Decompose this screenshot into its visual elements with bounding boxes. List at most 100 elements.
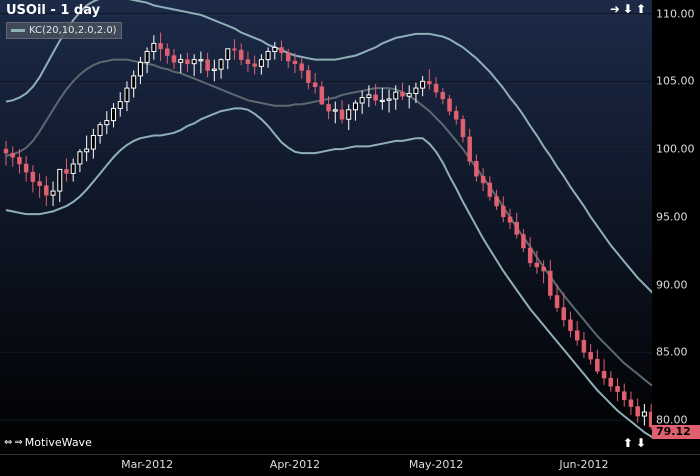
candle-body: [44, 185, 49, 196]
candle-body: [285, 52, 291, 62]
candle-body: [447, 98, 452, 112]
candle-body: [615, 385, 620, 392]
chart-title: USOil - 1 day: [6, 3, 101, 18]
arrow-down-icon[interactable]: ⬇: [636, 436, 646, 450]
candle-body: [581, 339, 587, 353]
candle-body: [373, 94, 378, 101]
candle-body: [111, 107, 117, 122]
candle-body: [191, 59, 197, 65]
candle-body: [440, 91, 446, 100]
y-tick-label: 105.00: [656, 74, 695, 88]
candle-body: [218, 59, 224, 70]
time-axis[interactable]: Mar-2012 Apr-2012 May-2012 Jun-2012: [0, 454, 700, 476]
candle-body: [561, 307, 567, 321]
candle-body: [601, 371, 607, 379]
candle-body: [279, 47, 284, 54]
candle-body: [514, 222, 519, 235]
candle-body: [3, 148, 9, 154]
candle-body: [433, 83, 439, 93]
candle-body: [413, 87, 419, 95]
candle-body: [131, 75, 137, 89]
candle-body: [97, 124, 103, 137]
x-tick-label: Mar-2012: [121, 458, 174, 471]
candle-body: [258, 59, 264, 67]
indicator-legend[interactable]: KC(20,10,2.0,2.0): [6, 22, 122, 39]
candle-body: [77, 151, 83, 165]
candle-body: [245, 59, 251, 64]
candle-body: [104, 120, 110, 126]
candle-body: [346, 109, 352, 120]
candle-body: [554, 295, 560, 308]
plot-background: [0, 0, 652, 454]
candle-body: [507, 216, 513, 223]
candle-body: [70, 163, 76, 174]
candle-body: [339, 109, 345, 120]
candle-body: [292, 60, 298, 64]
candle-body: [527, 247, 533, 264]
candle-body: [588, 352, 593, 360]
candle-body: [124, 87, 130, 103]
candle-body: [548, 270, 553, 296]
candle-body: [366, 94, 372, 99]
candle-body: [57, 168, 63, 192]
candle-body: [10, 152, 15, 158]
candle-body: [265, 50, 271, 61]
candle-body: [406, 93, 412, 97]
candle-body: [420, 80, 426, 89]
candle-body: [474, 161, 479, 177]
candle-body: [238, 49, 244, 60]
arrow-up-icon[interactable]: ⬆: [623, 436, 633, 450]
candle-body: [460, 119, 466, 138]
candle-body: [211, 68, 217, 71]
candle-body: [225, 48, 231, 61]
candle-body: [641, 411, 647, 417]
candle-body: [453, 110, 459, 120]
y-tick-label: 100.00: [656, 142, 695, 156]
candle-body: [326, 104, 331, 112]
top-nav-controls: ➜ ⬇ ⬆: [610, 2, 646, 16]
candle-body: [306, 70, 311, 83]
candle-body: [252, 63, 257, 67]
candle-body: [178, 59, 184, 63]
arrow-down-icon[interactable]: ⬇: [623, 2, 633, 16]
candle-body: [158, 43, 163, 50]
candle-body: [608, 377, 614, 387]
candle-body: [595, 358, 600, 372]
candle-body: [50, 190, 56, 196]
candle-body: [198, 59, 204, 62]
scroll-right-icon[interactable]: ⇒: [14, 437, 22, 448]
candle-body: [137, 61, 143, 77]
candle-body: [332, 109, 338, 112]
scroll-left-icon[interactable]: ⇔: [4, 437, 12, 448]
candle-body: [574, 330, 580, 341]
candle-body: [299, 63, 304, 71]
price-axis[interactable]: 110.00 105.00 100.00 95.00 90.00 85.00 80.00 79…: [652, 0, 700, 454]
candle-body: [185, 59, 190, 64]
candle-body: [90, 135, 96, 150]
candle-body: [37, 181, 42, 186]
candle-body: [151, 42, 157, 52]
candle-body: [400, 91, 405, 97]
legend-swatch: [11, 29, 25, 32]
candle-body: [165, 48, 170, 56]
candle-body: [534, 262, 540, 268]
candle-body: [117, 101, 123, 109]
candle-body: [501, 205, 506, 218]
candle-body: [171, 55, 177, 63]
candle-body: [393, 91, 399, 100]
candle-body: [487, 182, 493, 197]
candle-body: [568, 319, 573, 331]
candle-body: [23, 163, 29, 173]
x-tick-label: Jun-2012: [559, 458, 609, 471]
candle-body: [232, 48, 237, 51]
candle-body: [319, 86, 325, 105]
arrow-up-icon[interactable]: ⬆: [636, 2, 646, 16]
candle-body: [635, 406, 640, 417]
candle-body: [17, 156, 22, 165]
price-plot-area[interactable]: [0, 0, 652, 454]
brand-area: ⇔ ⇒ MotiveWave: [4, 436, 92, 449]
arrow-right-icon[interactable]: ➜: [610, 2, 620, 16]
candle-body: [272, 46, 278, 52]
brand-label: MotiveWave: [24, 436, 92, 449]
candle-body: [379, 99, 385, 102]
